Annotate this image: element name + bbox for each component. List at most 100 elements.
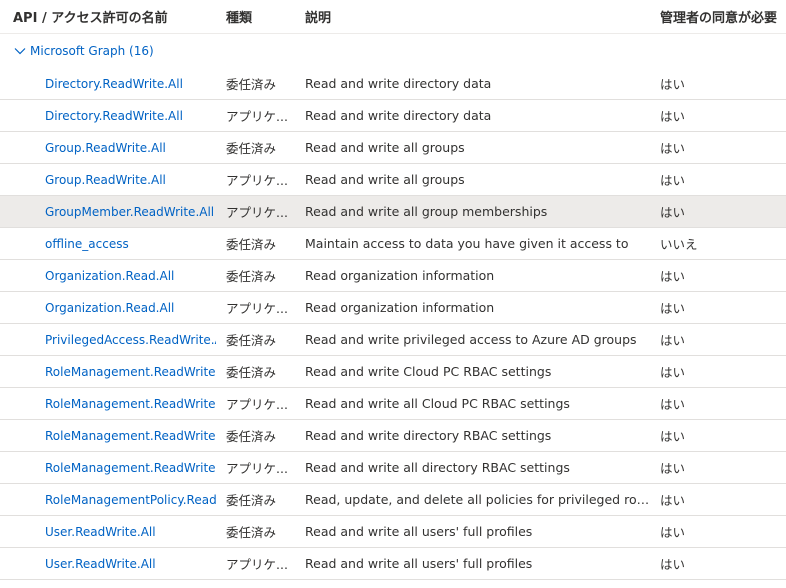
table-row[interactable]: Directory.ReadWrite.All 委任済み Read and writ… [0,68,786,100]
admin-consent-required: はい [660,365,686,380]
permission-type: 委任済み [226,77,277,92]
table-row[interactable]: RoleManagement.ReadWrite.Dir アプリケ... Read … [0,452,786,484]
permission-description: Read organization information [305,292,650,323]
permission-type: 委任済み [226,333,277,348]
permission-description-text: Read organization information [305,268,495,283]
permission-link[interactable]: RoleManagementPolicy.ReadWr [45,493,216,507]
permission-description-text: Read and write all Cloud PC RBAC setting… [305,396,570,411]
permission-type: アプリケ... [226,205,288,220]
permission-description: Read and write privileged access to Azur… [305,324,650,355]
permission-name-link: PrivilegedAccess.ReadWrite.Azur [45,324,216,355]
permission-description-text: Read, update, and delete all policies fo… [305,492,650,507]
permission-description: Read and write directory data [305,100,650,131]
permission-description: Read and write all groups [305,132,650,163]
permission-link[interactable]: Group.ReadWrite.All [45,141,166,155]
table-row[interactable]: PrivilegedAccess.ReadWrite.Azur 委任済み Read … [0,324,786,356]
table-row[interactable]: Directory.ReadWrite.All アプリケ... Read and w… [0,100,786,132]
permission-link[interactable]: Directory.ReadWrite.All [45,77,183,91]
permission-link[interactable]: Organization.Read.All [45,269,174,283]
permission-type: 委任済み [226,365,277,380]
admin-consent-required: いいえ [660,237,698,252]
table-row[interactable]: User.ReadWrite.All 委任済み Read and write all… [0,516,786,548]
permission-description-text: Maintain access to data you have given i… [305,236,629,251]
permission-description: Read and write all Cloud PC RBAC setting… [305,388,650,419]
permission-description: Maintain access to data you have given i… [305,228,650,259]
permission-type: 委任済み [226,493,277,508]
permission-description-text: Read and write all groups [305,172,465,187]
permission-description: Read and write all group memberships [305,196,650,227]
permission-name-link: Directory.ReadWrite.All [45,100,216,131]
permission-link[interactable]: User.ReadWrite.All [45,525,156,539]
permission-type: 委任済み [226,429,277,444]
permission-description: Read and write all users' full profiles [305,548,650,579]
permission-name-link: Group.ReadWrite.All [45,164,216,195]
column-header-description[interactable]: 説明 [305,0,650,33]
permission-link[interactable]: User.ReadWrite.All [45,557,156,571]
table-header: API / アクセス許可の名前 種類 説明 管理者の同意が必要 [0,0,786,34]
admin-consent-required: はい [660,141,686,156]
permission-name-link: RoleManagement.ReadWrite.Dir [45,420,216,451]
permission-type: アプリケ... [226,109,288,124]
permission-description: Read organization information [305,260,650,291]
column-header-name[interactable]: API / アクセス許可の名前 [13,0,218,33]
permission-description-text: Read and write all users' full profiles [305,556,533,571]
permission-link[interactable]: Directory.ReadWrite.All [45,109,183,123]
table-row[interactable]: GroupMember.ReadWrite.All アプリケ... Read and… [0,196,786,228]
permission-description-text: Read and write all group memberships [305,204,548,219]
table-row[interactable]: Group.ReadWrite.All 委任済み Read and write al… [0,132,786,164]
table-row[interactable]: User.ReadWrite.All アプリケ... Read and write … [0,548,786,580]
permission-type: 委任済み [226,237,277,252]
permission-description-text: Read and write all groups [305,140,465,155]
permission-link[interactable]: PrivilegedAccess.ReadWrite.Azur [45,333,216,347]
permission-description-text: Read and write all users' full profiles [305,524,533,539]
group-toggle[interactable]: Microsoft Graph (16) [13,34,154,68]
table-row[interactable]: Organization.Read.All アプリケ... Read organiz… [0,292,786,324]
permission-link[interactable]: Organization.Read.All [45,301,174,315]
permission-link[interactable]: Group.ReadWrite.All [45,173,166,187]
table-row[interactable]: RoleManagement.ReadWrite.Dir 委任済み Read and… [0,420,786,452]
table-row[interactable]: offline_access 委任済み Maintain access to dat… [0,228,786,260]
table-row[interactable]: RoleManagement.ReadWrite.Clo 委任済み Read and… [0,356,786,388]
permission-type: アプリケ... [226,397,288,412]
permission-description: Read and write Cloud PC RBAC settings [305,356,650,387]
permission-description-text: Read and write all directory RBAC settin… [305,460,570,475]
admin-consent-required: はい [660,77,686,92]
permission-type: アプリケ... [226,301,288,316]
permission-type: 委任済み [226,525,277,540]
permission-description: Read and write directory RBAC settings [305,420,650,451]
permission-link[interactable]: RoleManagement.ReadWrite.Dir [45,429,216,443]
permission-name-link: Group.ReadWrite.All [45,132,216,163]
permission-link[interactable]: offline_access [45,237,129,251]
permission-name-link: Organization.Read.All [45,292,216,323]
column-header-admin-consent[interactable]: 管理者の同意が必要 [660,0,780,33]
table-row[interactable]: RoleManagementPolicy.ReadWr 委任済み Read, upd… [0,484,786,516]
admin-consent-required: はい [660,301,686,316]
column-header-type[interactable]: 種類 [226,0,294,33]
permission-name-link: Organization.Read.All [45,260,216,291]
permission-description-text: Read and write directory RBAC settings [305,428,552,443]
permission-link[interactable]: RoleManagement.ReadWrite.Clo [45,365,216,379]
permission-name-link: offline_access [45,228,216,259]
permission-description: Read and write all groups [305,164,650,195]
permission-name-link: RoleManagement.ReadWrite.Clo [45,388,216,419]
permission-type: アプリケ... [226,557,288,572]
table-row[interactable]: RoleManagement.ReadWrite.Clo アプリケ... Read … [0,388,786,420]
admin-consent-required: はい [660,269,686,284]
permission-name-link: RoleManagement.ReadWrite.Dir [45,452,216,483]
permission-name-link: RoleManagement.ReadWrite.Clo [45,356,216,387]
permission-link[interactable]: RoleManagement.ReadWrite.Dir [45,461,216,475]
permission-link[interactable]: GroupMember.ReadWrite.All [45,205,214,219]
admin-consent-required: はい [660,525,686,540]
permission-type: 委任済み [226,141,277,156]
permission-rows: Directory.ReadWrite.All 委任済み Read and writ… [0,68,786,580]
permission-description: Read and write directory data [305,68,650,99]
permission-name-link: User.ReadWrite.All [45,516,216,547]
table-row[interactable]: Group.ReadWrite.All アプリケ... Read and write… [0,164,786,196]
permission-link[interactable]: RoleManagement.ReadWrite.Clo [45,397,216,411]
permission-name-link: GroupMember.ReadWrite.All [45,196,216,227]
admin-consent-required: はい [660,557,686,572]
admin-consent-required: はい [660,173,686,188]
permission-type: 委任済み [226,269,277,284]
permission-description-text: Read and write directory data [305,108,492,123]
table-row[interactable]: Organization.Read.All 委任済み Read organizati… [0,260,786,292]
